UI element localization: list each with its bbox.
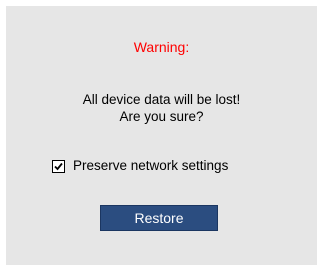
preserve-network-settings-option[interactable]: Preserve network settings (52, 158, 228, 174)
check-icon (54, 162, 63, 170)
restore-button[interactable]: Restore (100, 205, 218, 231)
warning-message: All device data will be lost! Are you su… (6, 91, 317, 125)
restore-dialog-panel: Warning: All device data will be lost! A… (6, 6, 317, 265)
preserve-network-settings-checkbox[interactable] (52, 159, 65, 173)
warning-title: Warning: (133, 39, 190, 55)
warning-message-line-2: Are you sure? (119, 109, 204, 124)
warning-message-line-1: All device data will be lost! (82, 92, 241, 107)
preserve-network-settings-label[interactable]: Preserve network settings (73, 158, 228, 174)
